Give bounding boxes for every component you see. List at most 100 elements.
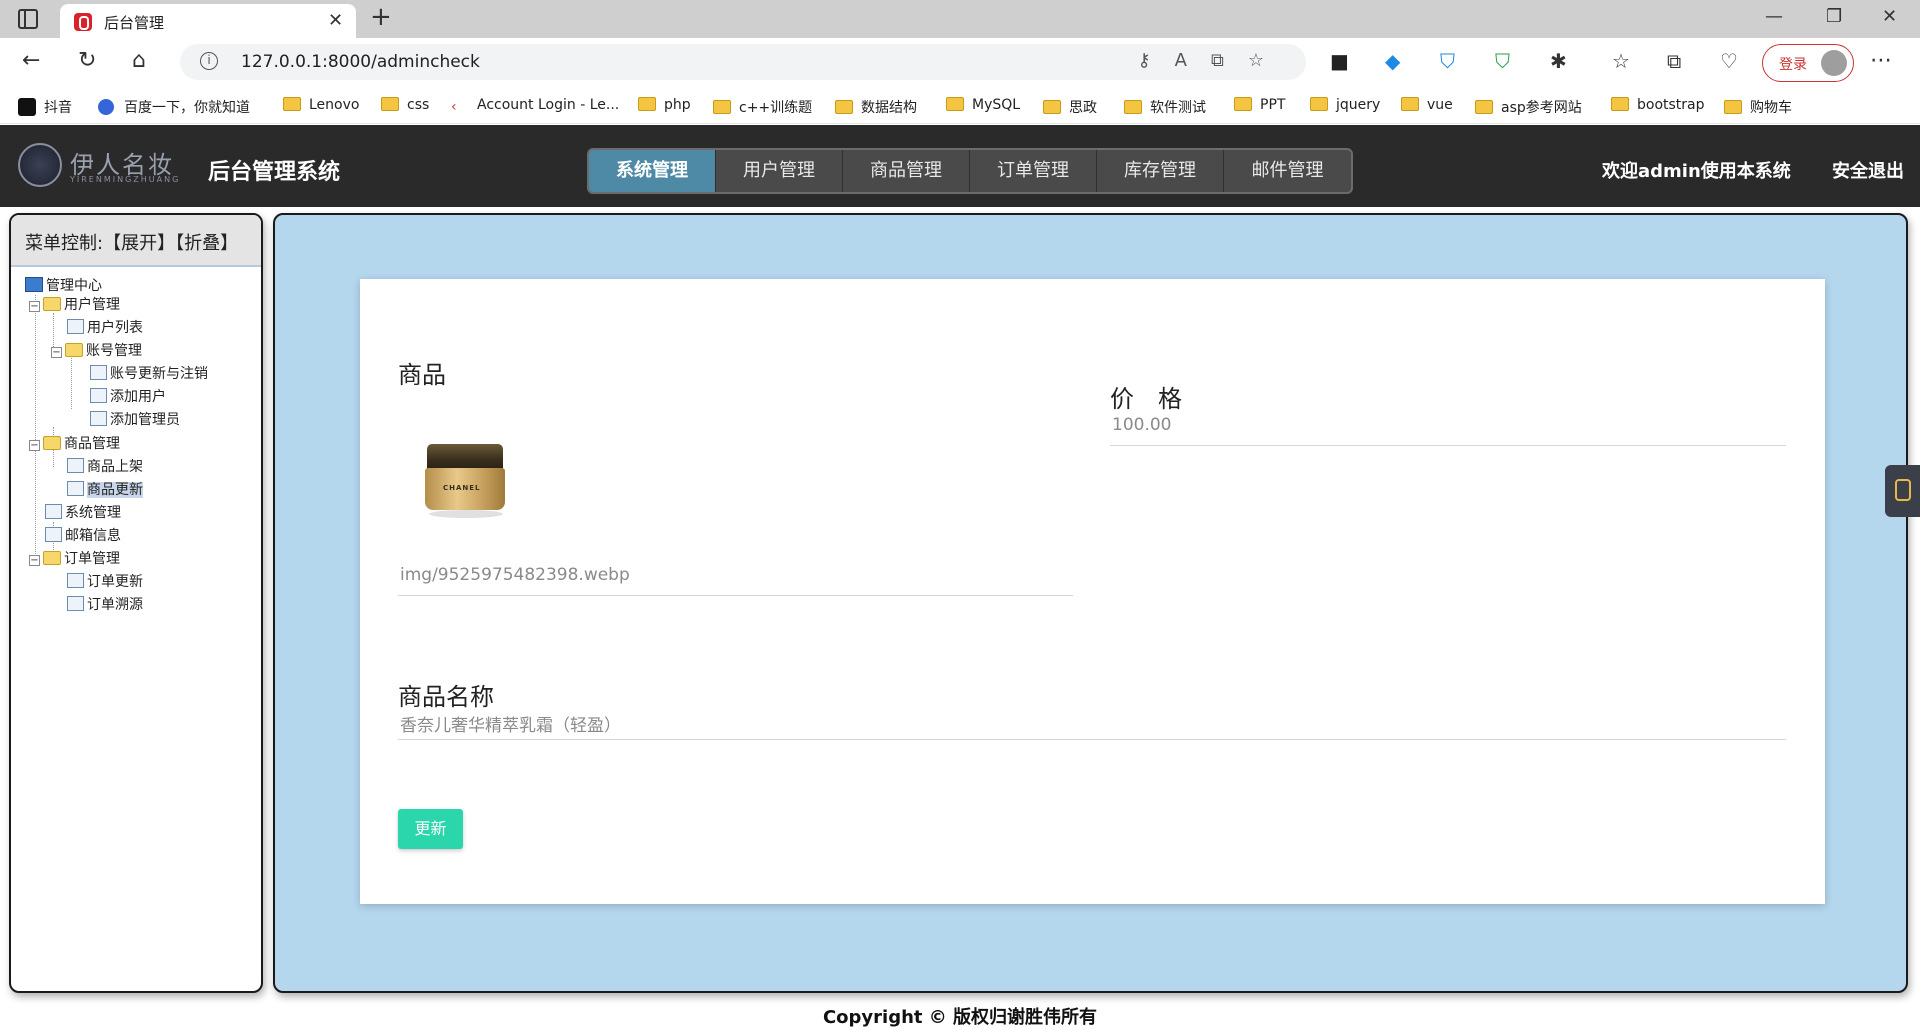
login-button[interactable]: 登录	[1762, 44, 1854, 82]
extension-shield-icon[interactable]: ⛉	[1440, 49, 1455, 73]
tree-add-user[interactable]: 添加用户	[90, 386, 166, 406]
folder-icon	[1724, 100, 1742, 114]
home-icon[interactable]: ⌂	[132, 48, 146, 73]
bookmark-account-login[interactable]: ‹ Account Login - Le...	[451, 97, 619, 115]
bookmark-asp[interactable]: asp参考网站	[1475, 97, 1582, 117]
tree-order-mgmt[interactable]: − 订单管理	[29, 548, 120, 568]
page-icon	[67, 481, 84, 496]
jar-lid	[427, 444, 503, 470]
extension-bird-icon[interactable]: ◆	[1385, 49, 1400, 73]
extension-game-icon[interactable]: ■	[1330, 49, 1349, 73]
update-button[interactable]: 更新	[398, 809, 463, 849]
tree-system-mgmt[interactable]: 系统管理	[45, 502, 121, 522]
tree-user-list[interactable]: 用户列表	[67, 317, 143, 337]
tree-product-update[interactable]: 商品更新	[67, 479, 143, 499]
bookmark-css[interactable]: css	[381, 97, 429, 113]
menu-system[interactable]: 系统管理	[589, 150, 716, 192]
window-close-icon[interactable]: ✕	[1882, 6, 1897, 27]
folder-icon	[1310, 97, 1328, 111]
site-info-icon[interactable]: i	[200, 52, 218, 70]
extension-check-shield-icon[interactable]: ⛉	[1495, 49, 1510, 73]
refresh-icon[interactable]: ↻	[78, 48, 96, 73]
url-field[interactable]: i 127.0.0.1:8000/admincheck ⚷A⧉☆	[180, 44, 1306, 80]
menu-control-label[interactable]: 菜单控制:【展开】【折叠】	[25, 229, 238, 255]
page-icon	[90, 411, 107, 426]
folder-open-icon	[43, 297, 61, 311]
bookmark-data-structure[interactable]: 数据结构	[835, 97, 917, 117]
folder-icon	[1043, 100, 1061, 114]
bookmark-bootstrap[interactable]: bootstrap	[1611, 97, 1705, 113]
bookmark-lenovo[interactable]: Lenovo	[283, 97, 359, 113]
product-image[interactable]: CHANEL	[423, 444, 505, 518]
tab-actions-icon[interactable]	[18, 9, 38, 29]
performance-icon[interactable]: ♡	[1720, 49, 1738, 73]
system-title: 后台管理系统	[208, 160, 341, 185]
tree-user-mgmt[interactable]: − 用户管理	[29, 294, 120, 314]
price-field[interactable]: 100.00	[1112, 415, 1171, 435]
tree-order-trace[interactable]: 订单溯源	[67, 594, 143, 614]
bookmark-ppt[interactable]: PPT	[1234, 97, 1285, 113]
back-icon[interactable]: ←	[22, 48, 40, 73]
bookmark-douyin[interactable]: 抖音	[18, 97, 72, 117]
site-favicon-icon	[74, 13, 92, 31]
bookmark-cart[interactable]: 购物车	[1724, 97, 1792, 117]
collapse-icon[interactable]: −	[29, 301, 40, 312]
product-name-field[interactable]: 香奈儿奢华精萃乳霜（轻盈）	[400, 711, 621, 736]
mouse-icon	[1895, 479, 1911, 501]
url-actions[interactable]: ⚷A⧉☆	[1138, 50, 1289, 71]
tab-title: 后台管理	[104, 14, 165, 32]
tree-mail-info[interactable]: 邮箱信息	[45, 525, 121, 545]
folder-icon	[1401, 97, 1419, 111]
bookmark-php[interactable]: php	[638, 97, 691, 113]
folder-open-icon	[43, 436, 61, 450]
menu-mail[interactable]: 邮件管理	[1224, 150, 1351, 192]
minimize-icon[interactable]: —	[1765, 6, 1783, 27]
bookmark-cpp[interactable]: c++训练题	[713, 97, 812, 117]
avatar	[1821, 50, 1847, 76]
collections-icon[interactable]: ⧉	[1667, 49, 1681, 73]
bookmark-jquery[interactable]: jquery	[1310, 97, 1380, 113]
menu-inventory[interactable]: 库存管理	[1097, 150, 1224, 192]
product-edit-form: 商品 CHANEL img/9525975482398.webp 价 格 100…	[360, 279, 1825, 904]
more-options-icon[interactable]: ⋯	[1870, 48, 1892, 73]
menu-products[interactable]: 商品管理	[843, 150, 970, 192]
sidebar-toggle-handle[interactable]	[1885, 465, 1920, 517]
image-path-field[interactable]: img/9525975482398.webp	[400, 565, 630, 585]
folder-icon	[1475, 100, 1493, 114]
bookmark-mysql[interactable]: MySQL	[946, 97, 1020, 113]
tree-product-list[interactable]: 商品上架	[67, 456, 143, 476]
new-tab-icon[interactable]: +	[370, 2, 392, 32]
bookmark-sizheng[interactable]: 思政	[1043, 97, 1097, 117]
collapse-icon[interactable]: −	[29, 555, 40, 566]
logout-link[interactable]: 安全退出	[1832, 157, 1904, 183]
tree-product-mgmt[interactable]: − 商品管理	[29, 433, 120, 453]
page-icon	[90, 388, 107, 403]
tree-root[interactable]: 管理中心	[25, 275, 102, 295]
tree-add-admin[interactable]: 添加管理员	[90, 409, 180, 429]
menu-orders[interactable]: 订单管理	[970, 150, 1097, 192]
restore-icon[interactable]: ❐	[1826, 6, 1842, 27]
menu-control-bar: 菜单控制:【展开】【折叠】	[11, 215, 261, 267]
close-tab-icon[interactable]: ✕	[328, 10, 343, 31]
url-text[interactable]: 127.0.0.1:8000/admincheck	[241, 52, 480, 72]
welcome-text: 欢迎admin使用本系统	[1602, 161, 1791, 182]
extensions-icon[interactable]: ✱	[1550, 49, 1567, 73]
browser-tab[interactable]: 后台管理 ✕	[60, 4, 356, 38]
collapse-icon[interactable]: −	[51, 347, 62, 358]
bookmark-testing[interactable]: 软件测试	[1124, 97, 1206, 117]
bookmark-vue[interactable]: vue	[1401, 97, 1453, 113]
page-icon	[90, 365, 107, 380]
menu-users[interactable]: 用户管理	[716, 150, 843, 192]
page-icon	[45, 504, 62, 519]
favorites-icon[interactable]: ☆	[1612, 49, 1630, 73]
tree-account-mgmt[interactable]: − 账号管理	[51, 340, 142, 360]
logo: 伊人名妆 YIRENMINGZHUANG	[18, 143, 178, 189]
collapse-icon[interactable]: −	[29, 440, 40, 451]
product-image-brand: CHANEL	[443, 484, 481, 492]
bookmark-baidu[interactable]: 百度一下，你就知道	[98, 97, 250, 117]
page-icon	[67, 458, 84, 473]
product-name-label: 商品名称	[398, 683, 494, 711]
tree-order-update[interactable]: 订单更新	[67, 571, 143, 591]
tree-account-update[interactable]: 账号更新与注销	[90, 363, 208, 383]
content-panel: 商品 CHANEL img/9525975482398.webp 价 格 100…	[273, 213, 1908, 993]
